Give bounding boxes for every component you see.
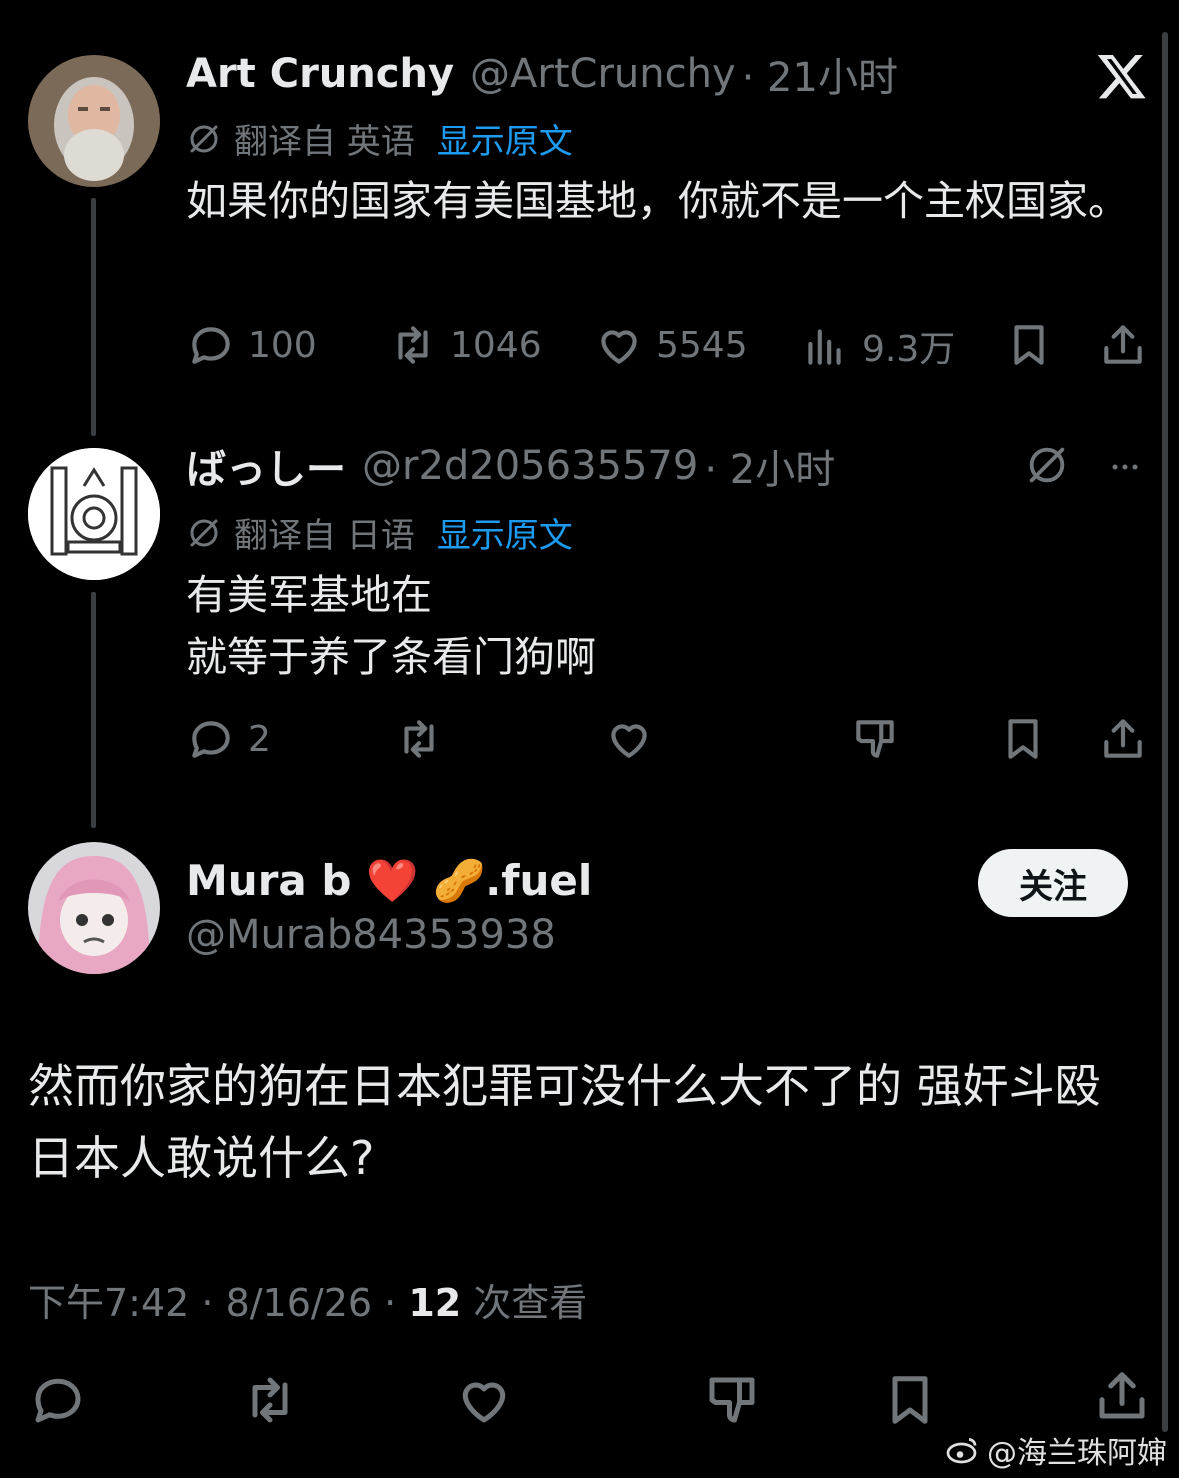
share-button[interactable] bbox=[1098, 714, 1148, 764]
views-count: 9.3万 bbox=[862, 329, 956, 370]
user-name[interactable]: Art Crunchy bbox=[186, 51, 454, 97]
share-icon bbox=[1104, 325, 1142, 364]
bookmark-icon bbox=[1008, 719, 1038, 759]
reply-button[interactable]: 100 bbox=[186, 320, 317, 370]
translate-icon bbox=[190, 125, 218, 152]
translation-line: 翻译自 日语 显示原文 bbox=[186, 508, 573, 557]
main-tweet-text: 然而你家的狗在日本犯罪可没什么大不了的 强奸斗殴 日本人敢说什么? bbox=[28, 1059, 1101, 1185]
tweet-time[interactable]: 下午7:42 · 8/16/26 · bbox=[28, 1281, 408, 1325]
follow-button[interactable]: 关注 bbox=[978, 849, 1128, 917]
tweet-time[interactable]: · 21小时 bbox=[742, 45, 898, 103]
repost-button[interactable] bbox=[394, 714, 444, 764]
avatar[interactable] bbox=[28, 448, 160, 580]
avatar[interactable] bbox=[28, 842, 160, 974]
like-button[interactable] bbox=[454, 1370, 514, 1430]
user-handle[interactable]: @ArtCrunchy bbox=[470, 51, 736, 97]
x-logo-icon[interactable] bbox=[1096, 50, 1148, 102]
bookmark-icon bbox=[1014, 325, 1044, 365]
tweet-text-line: 就等于养了条看门狗啊 bbox=[186, 633, 596, 681]
reply-icon bbox=[192, 327, 230, 364]
repost-button[interactable]: 1046 bbox=[388, 320, 542, 370]
tweet-time[interactable]: · 2小时 bbox=[704, 437, 835, 495]
heart-icon bbox=[601, 330, 637, 364]
repost-icon bbox=[404, 720, 434, 758]
tweet-header: ばっしー @r2d205635579 · 2小时 bbox=[186, 438, 835, 494]
tweet-text-line: 有美军基地在 bbox=[186, 571, 432, 619]
main-user-handle[interactable]: @Murab84353938 bbox=[186, 912, 556, 958]
share-icon bbox=[1099, 1372, 1145, 1419]
bookmark-button[interactable] bbox=[998, 714, 1048, 764]
reply-icon bbox=[35, 1378, 81, 1423]
views-icon bbox=[808, 329, 841, 365]
tweet-header: Art Crunchy @ArtCrunchy · 21小时 bbox=[186, 46, 898, 102]
tweet-text: 如果你的国家有美国基地，你就不是一个主权国家。 bbox=[186, 177, 1129, 225]
reply-count: 2 bbox=[248, 718, 271, 760]
views-button[interactable]: 9.3万 bbox=[800, 320, 955, 372]
thumbs-down-icon bbox=[709, 1377, 755, 1423]
translation-line: 翻译自 英语 显示原文 bbox=[186, 114, 573, 163]
bookmark-button[interactable] bbox=[880, 1370, 940, 1430]
share-icon bbox=[1104, 719, 1142, 758]
reply-count: 100 bbox=[248, 324, 317, 366]
repost-count: 1046 bbox=[450, 324, 542, 366]
repost-button[interactable] bbox=[240, 1370, 300, 1430]
thumbs-down-icon bbox=[856, 720, 894, 758]
user-handle[interactable]: @r2d205635579 bbox=[362, 443, 698, 489]
tweet-text: 有美军基地在 就等于养了条看门狗啊 bbox=[186, 564, 1139, 688]
main-user-name[interactable]: Mura b ❤️ 🥜.fuel bbox=[186, 856, 592, 906]
show-original-link[interactable]: 显示原文 bbox=[437, 114, 573, 163]
like-button[interactable] bbox=[604, 714, 654, 764]
user-name[interactable]: ばっしー bbox=[186, 437, 346, 495]
like-count: 5545 bbox=[656, 324, 748, 366]
heart-icon bbox=[611, 724, 647, 758]
scrollbar[interactable] bbox=[1162, 32, 1168, 1432]
dislike-button[interactable] bbox=[702, 1370, 762, 1430]
more-options-icon[interactable] bbox=[1102, 452, 1148, 486]
view-count: 12 bbox=[408, 1281, 462, 1325]
show-original-link[interactable]: 显示原文 bbox=[437, 508, 573, 557]
translated-from: 翻译自 英语 bbox=[234, 122, 415, 162]
repost-icon bbox=[398, 326, 428, 364]
bookmark-icon bbox=[892, 1376, 928, 1424]
translate-icon bbox=[190, 519, 218, 546]
translate-icon[interactable] bbox=[1024, 442, 1070, 492]
heart-icon bbox=[462, 1382, 506, 1423]
share-button[interactable] bbox=[1098, 320, 1148, 370]
thread-line bbox=[91, 198, 96, 436]
dislike-button[interactable] bbox=[850, 714, 900, 764]
reply-button[interactable] bbox=[28, 1370, 88, 1430]
share-button[interactable] bbox=[1092, 1366, 1152, 1426]
reply-button[interactable]: 2 bbox=[186, 714, 271, 764]
weibo-logo-icon bbox=[946, 1438, 977, 1464]
translated-from: 翻译自 日语 bbox=[234, 516, 415, 556]
avatar[interactable] bbox=[28, 55, 160, 187]
watermark-text: @海兰珠阿婶 bbox=[987, 1436, 1167, 1471]
thread-line bbox=[91, 592, 96, 828]
repost-icon bbox=[252, 1377, 288, 1423]
tweet-timestamp: 下午7:42 · 8/16/26 · 12 次查看 bbox=[28, 1272, 587, 1327]
reply-icon bbox=[192, 721, 230, 758]
view-label: 次查看 bbox=[461, 1281, 588, 1325]
watermark: @海兰珠阿婶 bbox=[945, 1428, 1167, 1472]
bookmark-button[interactable] bbox=[1004, 320, 1054, 370]
like-button[interactable]: 5545 bbox=[594, 320, 748, 370]
